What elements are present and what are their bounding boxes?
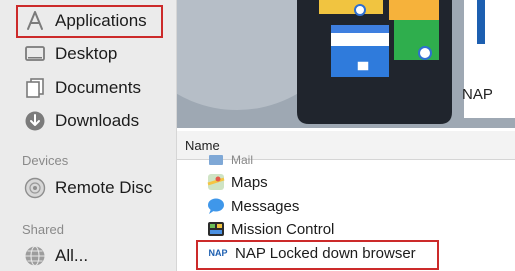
sidebar: Applications Desktop Documents Downloads… — [0, 0, 177, 271]
sidebar-item-label: All... — [55, 246, 89, 265]
preview-card: NAP — [462, 0, 515, 118]
sidebar-item-label: Downloads — [55, 111, 140, 130]
list-item-maps[interactable]: Maps — [207, 173, 268, 191]
column-header-label: Name — [185, 138, 220, 153]
sidebar-item-all[interactable]: All... — [24, 245, 88, 267]
mission-control-icon — [207, 220, 225, 238]
mail-icon — [207, 155, 225, 165]
list-item-mail[interactable]: Mail — [207, 155, 253, 165]
sidebar-item-desktop[interactable]: Desktop — [24, 43, 117, 65]
list-item-messages[interactable]: Messages — [207, 197, 299, 215]
preview-card-accent — [477, 0, 485, 44]
sidebar-item-downloads[interactable]: Downloads — [24, 110, 139, 132]
sidebar-item-remote-disc[interactable]: Remote Disc — [24, 177, 152, 199]
applications-highlight — [16, 5, 163, 38]
list-item-label: Maps — [231, 173, 268, 191]
preview-pane: NAP — [177, 0, 515, 128]
documents-icon — [24, 77, 46, 99]
list-item-label: Mission Control — [231, 220, 335, 238]
maps-icon — [207, 173, 225, 191]
preview-caption: NAP — [462, 86, 493, 103]
nap-row-highlight — [196, 240, 439, 270]
downloads-icon — [24, 110, 46, 132]
sidebar-item-label: Remote Disc — [55, 178, 153, 197]
list-item-mission-control[interactable]: Mission Control — [207, 220, 334, 238]
sidebar-item-label: Desktop — [55, 44, 118, 63]
list-item-label: Messages — [231, 197, 300, 215]
desktop-icon — [24, 43, 46, 65]
remote-disc-icon — [24, 177, 46, 199]
sidebar-item-documents[interactable]: Documents — [24, 77, 141, 99]
list-item-label: Mail — [231, 155, 254, 165]
messages-icon — [207, 197, 225, 215]
sidebar-item-label: Documents — [55, 78, 141, 97]
shared-header: Shared — [22, 222, 64, 237]
devices-header: Devices — [22, 153, 69, 168]
network-icon — [24, 245, 46, 267]
